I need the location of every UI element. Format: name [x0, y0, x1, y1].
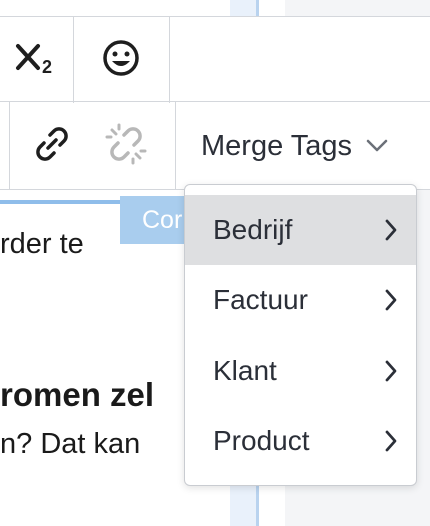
- unlink-icon: [103, 121, 149, 172]
- emoji-button[interactable]: [74, 17, 168, 103]
- content-heading: romen zel: [0, 376, 155, 413]
- menu-item-label: Bedrijf: [213, 214, 293, 245]
- chevron-down-icon: [366, 139, 388, 153]
- link-button[interactable]: [24, 102, 80, 190]
- chevron-right-icon: [384, 360, 398, 382]
- toolbar-divider: [169, 17, 170, 103]
- block-tag[interactable]: Cor: [120, 196, 190, 244]
- menu-item-label: Klant: [213, 355, 277, 386]
- merge-tags-dropdown: Bedrijf Factuur Klant Product: [184, 184, 417, 486]
- menu-item-klant[interactable]: Klant: [185, 336, 416, 406]
- editor-toolbar: 2 Merge Tags: [0, 16, 430, 190]
- chevron-right-icon: [384, 289, 398, 311]
- merge-tags-button[interactable]: Merge Tags: [176, 102, 416, 190]
- link-icon: [30, 122, 74, 171]
- svg-text:2: 2: [42, 57, 52, 76]
- smiley-icon: [101, 38, 141, 83]
- merge-tags-label: Merge Tags: [201, 129, 352, 162]
- toolbar-row-1: 2: [0, 16, 430, 103]
- menu-item-label: Product: [213, 425, 310, 456]
- chevron-right-icon: [384, 430, 398, 452]
- chevron-right-icon: [384, 219, 398, 241]
- subscript-button[interactable]: 2: [0, 17, 72, 103]
- toolbar-divider: [9, 102, 10, 190]
- menu-item-product[interactable]: Product: [185, 406, 416, 476]
- subscript-icon: 2: [14, 40, 58, 81]
- menu-item-label: Factuur: [213, 284, 308, 315]
- content-line-2: n? Dat kan: [0, 428, 141, 460]
- menu-item-factuur[interactable]: Factuur: [185, 265, 416, 335]
- menu-item-bedrijf[interactable]: Bedrijf: [185, 195, 416, 265]
- content-line-1: rder te: [0, 228, 84, 260]
- unlink-button[interactable]: [98, 102, 154, 190]
